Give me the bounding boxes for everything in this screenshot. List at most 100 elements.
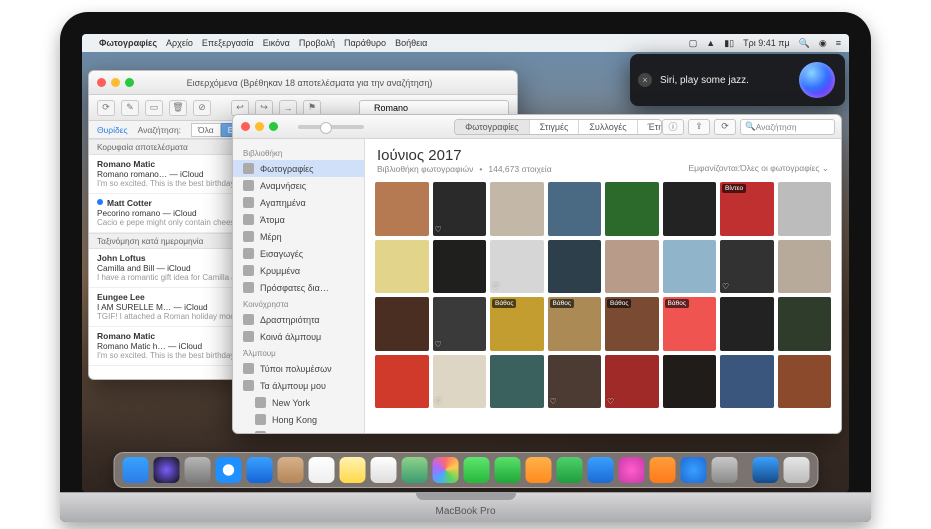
dock-app-photos[interactable] <box>432 457 458 483</box>
mail-titlebar[interactable]: Εισερχόμενα (Βρέθηκαν 18 αποτελέσματα γι… <box>89 71 517 95</box>
photo-thumbnail[interactable] <box>778 182 832 236</box>
menu-view[interactable]: Προβολή <box>299 38 335 48</box>
tab-collections[interactable]: Συλλογές <box>579 120 637 134</box>
airplay-icon[interactable]: ▢ <box>689 38 698 49</box>
dock-app-siri[interactable] <box>153 457 179 483</box>
tab-moments[interactable]: Στιγμές <box>530 120 580 134</box>
wifi-icon[interactable]: ▲ <box>706 38 715 48</box>
dock-app-maps[interactable] <box>401 457 427 483</box>
siri-orb-icon[interactable] <box>799 62 835 98</box>
sidebar-item[interactable]: Εισαγωγές <box>233 245 364 262</box>
dock-app-reminders[interactable] <box>370 457 396 483</box>
photo-thumbnail[interactable] <box>490 182 544 236</box>
tab-photos[interactable]: Φωτογραφίες <box>455 120 530 134</box>
photo-thumbnail[interactable]: ♡ <box>433 355 487 409</box>
junk-button[interactable]: ⊘ <box>193 100 211 116</box>
minimize-button[interactable] <box>255 122 264 131</box>
photo-thumbnail[interactable] <box>490 355 544 409</box>
photo-thumbnail[interactable] <box>605 240 659 294</box>
dock-app-pages[interactable] <box>525 457 551 483</box>
close-button[interactable] <box>241 122 250 131</box>
sidebar-item[interactable]: Great Shots <box>233 428 364 433</box>
photo-thumbnail[interactable]: ♡ <box>490 240 544 294</box>
sidebar-item[interactable]: Μέρη <box>233 228 364 245</box>
photo-thumbnail[interactable]: ♡ <box>433 297 487 351</box>
minimize-button[interactable] <box>111 78 120 87</box>
mailboxes-button[interactable]: Θυρίδες <box>97 125 128 135</box>
dock-app-mail[interactable] <box>246 457 272 483</box>
dock-app-appstore[interactable] <box>680 457 706 483</box>
photo-thumbnail[interactable] <box>663 240 717 294</box>
sidebar-item[interactable]: Φωτογραφίες <box>233 160 364 177</box>
photo-thumbnail[interactable]: Βίντεο <box>720 182 774 236</box>
sidebar-item[interactable]: Κοινά άλμπουμ <box>233 328 364 345</box>
photos-sidebar[interactable]: Βιβλιοθήκη ΦωτογραφίεςΑναμνήσειςΑγαπημέν… <box>233 139 365 433</box>
dock-app-itunes[interactable] <box>618 457 644 483</box>
sidebar-item[interactable]: Άτομα <box>233 211 364 228</box>
photo-thumbnail[interactable]: Βάθος <box>490 297 544 351</box>
dock-app-finder[interactable] <box>122 457 148 483</box>
zoom-slider[interactable] <box>298 125 364 129</box>
photo-thumbnail[interactable]: Βάθος <box>663 297 717 351</box>
info-button[interactable]: ⓘ <box>662 119 684 135</box>
photo-thumbnail[interactable]: ♡ <box>548 355 602 409</box>
photo-thumbnail[interactable] <box>720 355 774 409</box>
siri-menubar-icon[interactable]: ◉ <box>819 38 827 49</box>
photos-titlebar[interactable]: Φωτογραφίες Στιγμές Συλλογές Έτη ⓘ ⇪ ⟳ 🔍… <box>233 115 841 139</box>
rotate-button[interactable]: ⟳ <box>714 119 736 135</box>
dock-app-safari[interactable] <box>215 457 241 483</box>
sidebar-item[interactable]: Αγαπημένα <box>233 194 364 211</box>
photo-thumbnail[interactable] <box>548 240 602 294</box>
photo-thumbnail[interactable] <box>663 355 717 409</box>
photo-thumbnail[interactable] <box>548 182 602 236</box>
spotlight-icon[interactable]: 🔍 <box>799 38 810 49</box>
menu-window[interactable]: Παράθυρο <box>344 38 386 48</box>
photo-thumbnail[interactable] <box>375 355 429 409</box>
menu-help[interactable]: Βοήθεια <box>395 38 427 48</box>
photo-thumbnail[interactable] <box>375 297 429 351</box>
photo-thumbnail[interactable] <box>433 240 487 294</box>
delete-button[interactable]: 🗑 <box>169 100 187 116</box>
notification-center-icon[interactable]: ≡ <box>836 38 841 48</box>
photo-thumbnail[interactable] <box>778 355 832 409</box>
compose-button[interactable]: ✎ <box>121 100 139 116</box>
view-segment[interactable]: Φωτογραφίες Στιγμές Συλλογές Έτη <box>454 119 662 135</box>
tab-years[interactable]: Έτη <box>638 120 662 134</box>
battery-icon[interactable]: ▮▯ <box>724 38 734 49</box>
share-button[interactable]: ⇪ <box>688 119 710 135</box>
photo-thumbnail[interactable]: Βάθος <box>605 297 659 351</box>
menu-file[interactable]: Αρχείο <box>166 38 193 48</box>
photo-thumbnail[interactable] <box>663 182 717 236</box>
dock-app-messages[interactable] <box>463 457 489 483</box>
dock-app-keynote[interactable] <box>587 457 613 483</box>
sidebar-item[interactable]: Κρυμμένα <box>233 262 364 279</box>
dock-trash[interactable] <box>783 457 809 483</box>
sidebar-item[interactable]: Δραστηριότητα <box>233 311 364 328</box>
dock-downloads[interactable] <box>752 457 778 483</box>
dock-app-contacts[interactable] <box>277 457 303 483</box>
scope-all[interactable]: Όλα <box>191 123 221 137</box>
dock-app-numbers[interactable] <box>556 457 582 483</box>
showing-filter[interactable]: Εμφανίζονται:Όλες οι φωτογραφίες ⌄ <box>688 163 829 174</box>
zoom-button[interactable] <box>125 78 134 87</box>
menu-image[interactable]: Εικόνα <box>263 38 290 48</box>
photos-search[interactable]: 🔍 Αναζήτηση <box>740 119 835 135</box>
sidebar-item[interactable]: Τύποι πολυμέσων <box>233 360 364 377</box>
sidebar-item[interactable]: New York <box>233 394 364 411</box>
photo-thumbnail[interactable] <box>720 297 774 351</box>
close-button[interactable] <box>97 78 106 87</box>
clock[interactable]: Τρι 9:41 πμ <box>743 38 790 48</box>
photo-thumbnail[interactable] <box>375 240 429 294</box>
archive-button[interactable]: ▭ <box>145 100 163 116</box>
sidebar-item[interactable]: Πρόσφατες δια… <box>233 279 364 296</box>
photo-thumbnail[interactable] <box>605 182 659 236</box>
dock-app-preferences[interactable] <box>711 457 737 483</box>
sidebar-item[interactable]: Αναμνήσεις <box>233 177 364 194</box>
photo-thumbnail[interactable]: ♡ <box>605 355 659 409</box>
app-menu[interactable]: Φωτογραφίες <box>99 38 157 48</box>
photo-thumbnail[interactable] <box>778 240 832 294</box>
dock-app-ibooks[interactable] <box>649 457 675 483</box>
dock[interactable] <box>113 452 818 488</box>
photo-thumbnail[interactable]: ♡ <box>433 182 487 236</box>
dock-app-launchpad[interactable] <box>184 457 210 483</box>
